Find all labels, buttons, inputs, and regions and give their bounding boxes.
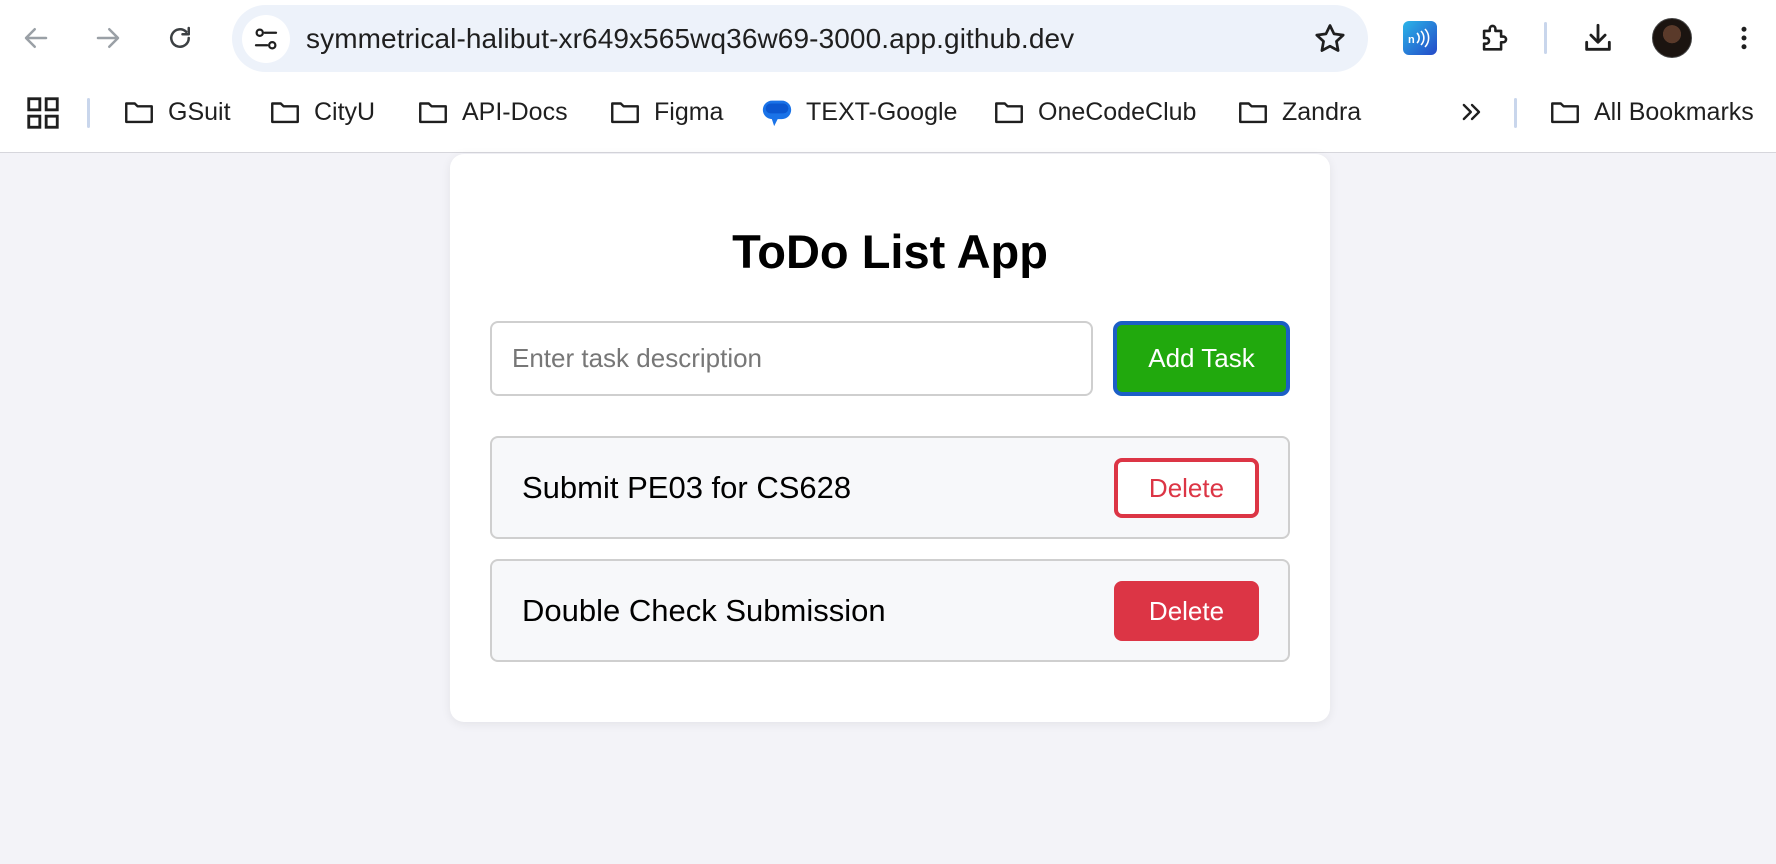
back-button[interactable] [12,14,60,62]
page-title: ToDo List App [732,225,1048,278]
double-chevron-right-icon [1462,103,1481,121]
bookmark-label: GSuit [168,97,231,126]
svg-text:n: n [1408,34,1415,46]
folder-icon [1239,102,1267,124]
task-description-input[interactable] [490,321,1093,396]
task-text: Double Check Submission [522,593,886,628]
browser-chrome: symmetrical-halibut-xr649x565wq36w69-300… [0,0,1776,153]
bookmark-zandra[interactable]: Zandra [1236,88,1361,136]
site-settings-button[interactable] [242,15,290,63]
bookmark-gsuit[interactable]: GSuit [122,88,231,136]
bookmark-label: Figma [654,97,724,126]
task-list: Submit PE03 for CS628 Delete Double Chec… [490,436,1290,682]
bookmark-text-google[interactable]: TEXT-Google [760,88,957,136]
add-task-button[interactable]: Add Task [1113,321,1290,396]
task-item: Submit PE03 for CS628 Delete [490,436,1290,539]
bookmark-figma[interactable]: Figma [608,88,723,136]
folder-icon [611,102,639,124]
arrow-left-icon [24,28,48,48]
bookmarks-overflow-button[interactable] [1454,94,1490,130]
tune-icon [254,28,278,50]
message-bubble-icon [762,100,792,127]
address-bar[interactable]: symmetrical-halibut-xr649x565wq36w69-300… [232,5,1368,72]
reload-button[interactable] [156,14,204,62]
bookmark-onecodeclub[interactable]: OneCodeClub [992,88,1196,136]
toolbar-divider [1544,22,1547,54]
bookmark-label: TEXT-Google [806,97,958,126]
folder-icon [1551,102,1579,124]
folder-icon [995,102,1023,124]
download-icon [1585,23,1611,51]
nfc-extension-icon: n [1403,21,1437,55]
all-bookmarks-label: All Bookmarks [1594,97,1754,126]
folder-icon [271,102,299,124]
avatar [1652,18,1692,58]
bookmark-label: Zandra [1282,97,1362,126]
folder-icon [419,102,447,124]
bookmark-label: API-Docs [462,97,568,126]
bookmark-label: CityU [314,97,376,126]
arrow-right-icon [96,28,120,48]
more-vert-icon [1741,26,1747,50]
url-text[interactable]: symmetrical-halibut-xr649x565wq36w69-300… [306,5,1074,72]
apps-grid-icon[interactable] [24,94,62,132]
forward-button[interactable] [84,14,132,62]
bookmark-cityu[interactable]: CityU [268,88,375,136]
delete-task-button[interactable]: Delete [1114,458,1259,518]
browser-menu-button[interactable] [1720,14,1768,62]
extension-button[interactable]: n [1396,14,1444,62]
extensions-menu-button[interactable] [1470,14,1518,62]
task-text: Submit PE03 for CS628 [522,470,852,505]
downloads-button[interactable] [1574,14,1622,62]
todo-card: ToDo List App Add Task Submit PE03 for C… [450,154,1330,722]
bookmarks-divider [1514,98,1517,128]
reload-icon [170,26,190,48]
bookmark-api-docs[interactable]: API-Docs [416,88,568,136]
all-bookmarks-button[interactable]: All Bookmarks [1548,88,1754,136]
bookmarks-bar: GSuit CityU API-Docs Figma TEXT-Google O… [0,80,1776,144]
delete-task-button[interactable]: Delete [1114,581,1259,641]
task-item: Double Check Submission Delete [490,559,1290,662]
bookmark-star-icon[interactable] [1312,21,1348,57]
folder-icon [125,102,153,124]
bookmark-label: OneCodeClub [1038,97,1197,126]
puzzle-icon [1482,24,1508,51]
browser-toolbar: symmetrical-halibut-xr649x565wq36w69-300… [0,0,1776,76]
profile-button[interactable] [1648,14,1696,62]
bookmarks-divider [87,98,90,128]
